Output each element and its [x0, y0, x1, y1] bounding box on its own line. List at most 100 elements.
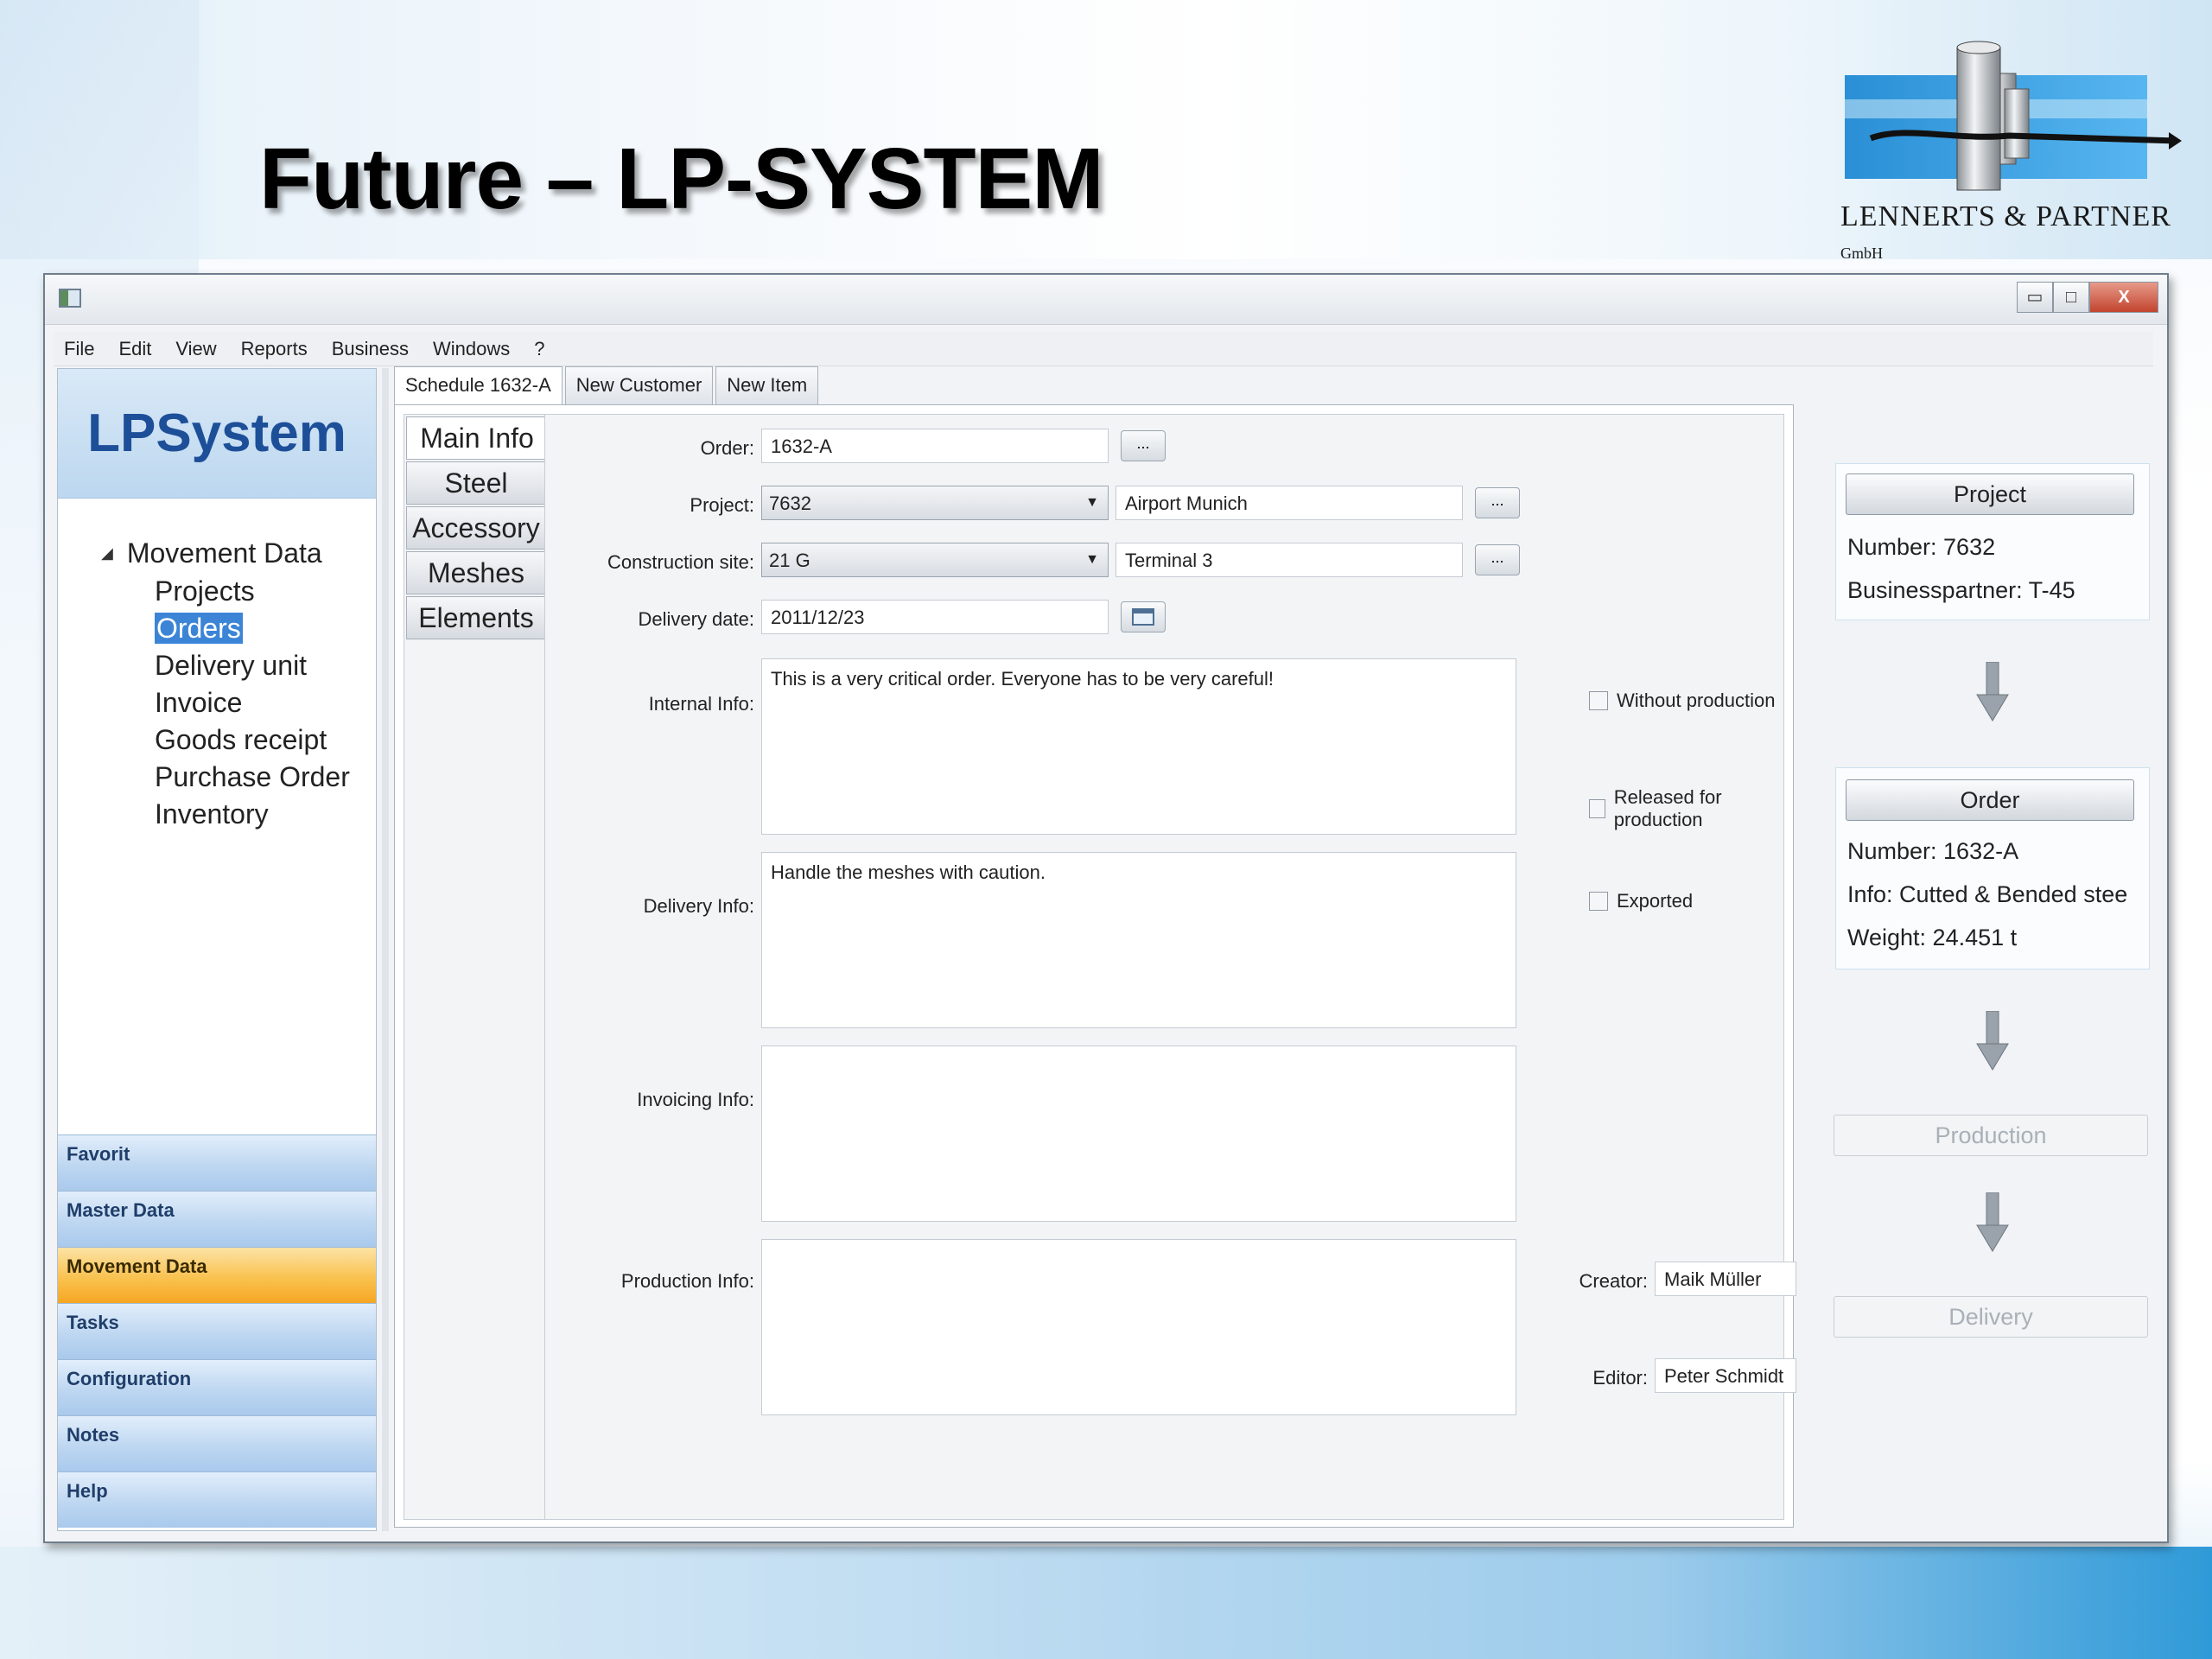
workflow-order-number: Number: 1632-A — [1847, 838, 2019, 864]
workflow-order-info: Info: Cutted & Bended stee — [1847, 881, 2128, 907]
tab-elements[interactable]: Elements — [406, 596, 546, 639]
delivery-info-label: Delivery Info: — [643, 895, 754, 917]
menu-reports[interactable]: Reports — [241, 338, 308, 360]
maximize-button[interactable]: □ — [2053, 282, 2089, 313]
slide-title: Future – LP-SYSTEM — [259, 130, 1104, 227]
order-field[interactable]: 1632-A — [761, 429, 1109, 463]
brand-title: LPSystem — [87, 404, 346, 463]
tree-item-delivery-unit[interactable]: Delivery unit — [155, 647, 350, 684]
tab-new-customer[interactable]: New Customer — [564, 366, 714, 404]
creator-field: Maik Müller — [1655, 1262, 1796, 1296]
tab-new-item[interactable]: New Item — [715, 366, 819, 404]
menu-business[interactable]: Business — [332, 338, 409, 360]
tree-root-movement-data[interactable]: ◢ Movement Data — [101, 537, 350, 569]
window-controls: ▭ □ X — [2017, 282, 2158, 313]
creator-label: Creator: — [1579, 1270, 1648, 1292]
menu-windows[interactable]: Windows — [433, 338, 510, 360]
menu-file[interactable]: File — [64, 338, 94, 360]
tab-schedule-1632-a[interactable]: Schedule 1632-A — [394, 366, 563, 407]
tab-steel[interactable]: Steel — [406, 461, 546, 505]
tree-item-invoice[interactable]: Invoice — [155, 684, 350, 721]
document-content: Main Info Steel Accessory Meshes Element… — [394, 404, 1796, 1528]
delivery-date-label: Delivery date: — [638, 608, 754, 630]
menubar: File Edit View Reports Business Windows … — [54, 332, 2153, 366]
window-titlebar[interactable]: ▭ □ X — [45, 275, 2167, 325]
tab-accessory[interactable]: Accessory — [406, 506, 546, 550]
close-button[interactable]: X — [2089, 282, 2158, 313]
tree-item-orders[interactable]: Orders — [155, 610, 350, 647]
nav-help[interactable]: Help — [58, 1471, 376, 1528]
workflow-project-partner: Businesspartner: T-45 — [1847, 577, 2075, 603]
brand-header: LPSystem — [58, 369, 376, 499]
nav-tasks[interactable]: Tasks — [58, 1303, 376, 1359]
workflow-order-button[interactable]: Order — [1846, 779, 2134, 821]
workflow-order-weight: Weight: 24.451 t — [1847, 925, 2018, 950]
tree-item-goods-receipt[interactable]: Goods receipt — [155, 721, 350, 759]
app-icon — [59, 289, 81, 308]
invoicing-info-label: Invoicing Info: — [637, 1089, 754, 1110]
down-arrow-icon — [1976, 1192, 2009, 1252]
nav-configuration[interactable]: Configuration — [58, 1359, 376, 1415]
project-label: Project: — [690, 494, 754, 516]
without-production-checkbox[interactable]: Without production — [1589, 690, 1775, 712]
sidebar-splitter[interactable] — [382, 368, 389, 1531]
collapse-triangle-icon[interactable]: ◢ — [101, 544, 113, 563]
project-lookup-button[interactable]: ... — [1475, 487, 1520, 518]
released-for-production-checkbox[interactable]: Released for production — [1589, 786, 1783, 831]
tree-item-projects[interactable]: Projects — [155, 573, 350, 610]
tree-root-label: Movement Data — [126, 537, 322, 569]
workflow-production-button[interactable]: Production — [1834, 1115, 2148, 1156]
project-select-value: 7632 — [769, 493, 811, 514]
editor-label: Editor: — [1592, 1367, 1648, 1389]
dropdown-arrow-icon: ▼ — [1085, 495, 1099, 510]
document-tabs: Schedule 1632-A New Customer New Item — [394, 366, 821, 407]
navigation-tree: ◢ Movement Data Projects Orders Delivery… — [101, 537, 350, 833]
delivery-date-field[interactable]: 2011/12/23 — [761, 600, 1109, 634]
construction-site-select[interactable]: 21 G ▼ — [761, 543, 1109, 577]
minimize-button[interactable]: ▭ — [2017, 282, 2053, 313]
checkbox-box[interactable] — [1589, 691, 1608, 710]
calendar-button[interactable] — [1121, 601, 1166, 632]
order-label: Order: — [700, 437, 754, 459]
menu-edit[interactable]: Edit — [118, 338, 151, 360]
nav-favorit[interactable]: Favorit — [58, 1135, 376, 1191]
exported-label: Exported — [1617, 890, 1694, 912]
checkbox-box[interactable] — [1589, 799, 1605, 818]
order-lookup-button[interactable]: ... — [1121, 430, 1166, 461]
section-tabs: Main Info Steel Accessory Meshes Element… — [406, 416, 548, 641]
down-arrow-icon — [1976, 1011, 2009, 1071]
released-for-production-label: Released for production — [1613, 786, 1722, 830]
nav-notes[interactable]: Notes — [58, 1415, 376, 1471]
tree-item-purchase-order[interactable]: Purchase Order — [155, 759, 350, 796]
without-production-label: Without production — [1617, 690, 1776, 711]
construction-site-lookup-button[interactable]: ... — [1475, 544, 1520, 575]
invoicing-info-textarea[interactable] — [761, 1046, 1516, 1222]
workflow-delivery-button[interactable]: Delivery — [1834, 1296, 2148, 1338]
internal-info-textarea[interactable]: This is a very critical order. Everyone … — [761, 658, 1516, 835]
tab-main-info[interactable]: Main Info — [406, 416, 548, 460]
nav-master-data[interactable]: Master Data — [58, 1191, 376, 1247]
menu-help[interactable]: ? — [534, 338, 544, 360]
tab-meshes[interactable]: Meshes — [406, 551, 546, 594]
construction-site-name-field[interactable]: Terminal 3 — [1116, 543, 1463, 577]
slide-footer-band — [0, 1547, 2212, 1659]
production-info-textarea[interactable] — [761, 1239, 1516, 1415]
order-editor: Main Info Steel Accessory Meshes Element… — [404, 414, 1796, 1520]
project-select[interactable]: 7632 ▼ — [761, 486, 1109, 520]
calendar-icon — [1132, 608, 1154, 626]
internal-info-label: Internal Info: — [648, 693, 754, 715]
workflow-project-button[interactable]: Project — [1846, 474, 2134, 515]
project-name-field[interactable]: Airport Munich — [1116, 486, 1463, 520]
sidebar: LPSystem ◢ Movement Data Projects Orders… — [57, 368, 377, 1531]
delivery-info-textarea[interactable]: Handle the meshes with caution. — [761, 852, 1516, 1028]
checkbox-box[interactable] — [1589, 892, 1608, 911]
construction-site-label: Construction site: — [607, 551, 754, 573]
production-info-label: Production Info: — [620, 1270, 754, 1292]
down-arrow-icon — [1976, 662, 2009, 721]
menu-view[interactable]: View — [175, 338, 216, 360]
tree-item-inventory[interactable]: Inventory — [155, 796, 350, 833]
dropdown-arrow-icon: ▼ — [1085, 552, 1099, 567]
exported-checkbox[interactable]: Exported — [1589, 890, 1693, 912]
nav-movement-data[interactable]: Movement Data — [58, 1247, 376, 1303]
tree-children: Projects Orders Delivery unit Invoice Go… — [155, 573, 350, 833]
